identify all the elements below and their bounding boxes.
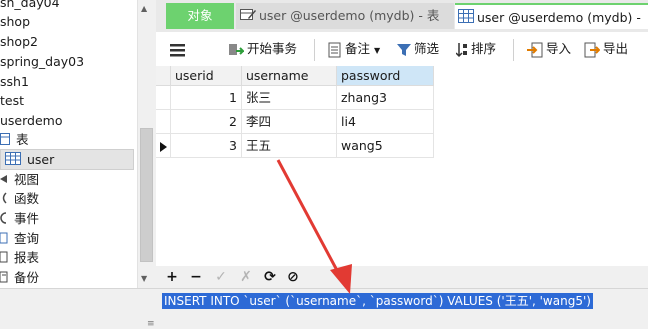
refresh-button[interactable]: ⟳ <box>262 268 278 286</box>
sql-statement[interactable]: INSERT INTO `user` (`username`, `passwor… <box>162 293 593 309</box>
current-row-icon <box>160 141 167 155</box>
tab-query[interactable]: user @userdemo (mydb) - 表 <box>236 3 454 29</box>
begin-transaction-button[interactable]: 开始事务 <box>228 40 297 58</box>
tree-item-views[interactable]: 视图 <box>0 170 39 189</box>
tree-item-events[interactable]: 事件 <box>0 209 39 228</box>
tree-item-ssh1[interactable]: ssh1 <box>0 72 29 91</box>
filter-button[interactable]: 筛选 <box>397 40 439 58</box>
column-header-password[interactable]: password <box>337 66 434 86</box>
record-navigation-bar: + − ✓ ✗ ⟳ ⊘ <box>156 266 648 288</box>
sort-icon <box>455 41 471 57</box>
query-icon <box>0 230 8 249</box>
delete-record-button[interactable]: − <box>188 268 204 286</box>
tree-item-reports[interactable]: 报表 <box>0 248 39 267</box>
tree-item-user-table[interactable]: user <box>0 149 134 170</box>
cell-userid[interactable]: 1 <box>171 86 242 110</box>
object-tree[interactable]: sh_day04 shop shop2 spring_day03 ssh1 te… <box>0 0 137 288</box>
stop-button[interactable]: ⊘ <box>285 268 301 286</box>
tree-item-sh-day04[interactable]: sh_day04 <box>0 0 60 12</box>
sort-button[interactable]: 排序 <box>455 40 496 58</box>
function-icon <box>0 190 8 209</box>
row-indicator <box>156 86 171 110</box>
tab-objects[interactable]: 对象 <box>166 3 234 29</box>
toolbar-separator <box>314 39 315 61</box>
edit-table-icon <box>240 4 256 30</box>
cell-password[interactable]: wang5 <box>337 134 434 158</box>
event-icon <box>0 210 8 229</box>
row-indicator-header <box>156 66 171 86</box>
toolbar: 开始事务 备注 ▼ 筛选 排序 导入 导出 <box>156 32 648 66</box>
export-icon <box>584 41 603 57</box>
transaction-icon <box>228 41 247 56</box>
tree-item-functions[interactable]: 函数 <box>0 189 39 208</box>
sidebar-scrollbar[interactable]: ▲ ≡ ▼ <box>137 0 156 329</box>
scroll-down-icon[interactable]: ▼ <box>141 274 147 283</box>
column-header-userid[interactable]: userid <box>171 66 242 86</box>
tree-item-backups[interactable]: 备份 <box>0 268 39 287</box>
report-icon <box>0 249 8 268</box>
tree-item-userdemo[interactable]: userdemo <box>0 111 63 130</box>
tree-item-tables[interactable]: 表 <box>0 130 29 149</box>
scroll-up-icon[interactable]: ▲ <box>141 4 147 13</box>
cell-userid[interactable]: 2 <box>171 110 242 134</box>
toolbar-separator <box>513 39 514 61</box>
tree-item-test[interactable]: test <box>0 91 24 110</box>
import-button[interactable]: 导入 <box>527 40 571 58</box>
scrollbar-thumb[interactable]: ≡ <box>140 128 155 329</box>
row-indicator <box>156 134 171 158</box>
cell-username[interactable]: 王五 <box>242 134 337 158</box>
cell-password[interactable]: zhang3 <box>337 86 434 110</box>
apply-changes-button[interactable]: ✓ <box>213 268 229 286</box>
discard-changes-button[interactable]: ✗ <box>238 268 254 286</box>
cell-password[interactable]: li4 <box>337 110 434 134</box>
row-indicator <box>156 110 171 134</box>
tree-item-shop[interactable]: shop <box>0 12 30 31</box>
filter-icon <box>397 41 414 56</box>
column-header-username[interactable]: username <box>242 66 337 86</box>
tab-table[interactable]: user @userdemo (mydb) - <box>455 3 648 29</box>
memo-button[interactable]: 备注 ▼ <box>328 40 380 58</box>
tree-item-shop2[interactable]: shop2 <box>0 32 38 51</box>
add-record-button[interactable]: + <box>164 268 180 286</box>
tables-icon <box>0 131 10 150</box>
dropdown-icon: ▼ <box>374 46 381 55</box>
grip-icon: ≡ <box>147 319 155 329</box>
tab-bar: 对象 user @userdemo (mydb) - 表 user @userd… <box>156 0 648 32</box>
status-bar: INSERT INTO `user` (`username`, `passwor… <box>0 288 648 314</box>
cell-username[interactable]: 李四 <box>242 110 337 134</box>
tree-item-queries[interactable]: 查询 <box>0 229 39 248</box>
table-icon <box>5 151 21 170</box>
table-icon <box>458 6 474 30</box>
memo-icon <box>328 41 345 57</box>
backup-icon <box>0 269 8 288</box>
import-icon <box>527 41 546 57</box>
menu-button[interactable] <box>170 40 189 58</box>
tree-item-spring-day03[interactable]: spring_day03 <box>0 52 84 71</box>
hamburger-icon <box>170 41 189 56</box>
data-grid[interactable]: userid username password 1 张三 zhang3 2 李… <box>156 66 648 266</box>
views-icon <box>0 171 8 190</box>
export-button[interactable]: 导出 <box>584 40 628 58</box>
cell-username[interactable]: 张三 <box>242 86 337 110</box>
cell-userid[interactable]: 3 <box>171 134 242 158</box>
